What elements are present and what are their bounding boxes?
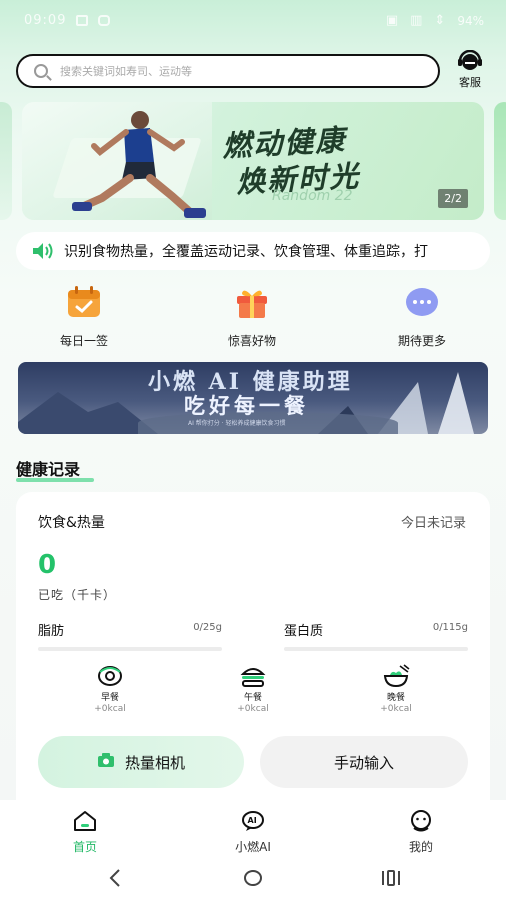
protein-label: 蛋白质 bbox=[284, 624, 324, 639]
protein-value: 0/115g bbox=[432, 622, 468, 633]
banner-page-indicator: 2/2 bbox=[438, 189, 468, 208]
fat-label: 脂肪 bbox=[38, 624, 65, 639]
dinner-icon bbox=[382, 664, 410, 688]
gift-icon bbox=[232, 282, 272, 322]
headset-icon bbox=[457, 49, 483, 72]
calorie-camera-button[interactable]: 热量相机 bbox=[38, 736, 244, 788]
battery-level: 94% bbox=[457, 13, 484, 28]
status-bar: 09:09 ▣ ▥ ⇕ 94% bbox=[0, 0, 506, 44]
system-navigation-bar bbox=[0, 858, 506, 900]
tab-home[interactable]: 首页 bbox=[50, 810, 120, 855]
quick-action-surprise-goods[interactable]: 惊喜好物 bbox=[202, 282, 302, 349]
meal-label: 早餐 bbox=[100, 693, 119, 703]
bottom-tab-bar: 首页 AI 小燃AI 我的 bbox=[0, 800, 506, 858]
camera-icon bbox=[97, 752, 115, 772]
wifi-icon: ▥ bbox=[410, 13, 423, 28]
calories-eaten-value: 0 bbox=[38, 550, 57, 580]
meal-label: 晚餐 bbox=[386, 693, 405, 703]
meal-kcal: +0kcal bbox=[237, 704, 269, 714]
banner-runner-image bbox=[22, 102, 212, 220]
quick-action-label: 期待更多 bbox=[397, 334, 446, 348]
app-notification-icon bbox=[98, 15, 110, 26]
home-circle-icon[interactable] bbox=[243, 869, 263, 891]
protein-progress-bar bbox=[284, 647, 468, 651]
tab-ai[interactable]: AI 小燃AI bbox=[218, 810, 288, 855]
banner-prev-peek[interactable] bbox=[0, 102, 12, 220]
calorie-camera-label: 热量相机 bbox=[124, 753, 185, 772]
signal-icon: ⇕ bbox=[434, 13, 446, 28]
ai-chat-icon: AI bbox=[240, 811, 266, 836]
promo-subtitle: 吃好每一餐 bbox=[184, 393, 309, 418]
meal-kcal: +0kcal bbox=[380, 704, 412, 714]
meal-label: 午餐 bbox=[243, 693, 262, 703]
fat-progress-bar bbox=[38, 647, 222, 651]
search-placeholder: 搜索关键词如寿司、运动等 bbox=[60, 65, 192, 78]
recent-apps-icon[interactable] bbox=[380, 869, 402, 891]
nfc-icon: ▣ bbox=[385, 13, 399, 28]
customer-service-label: 客服 bbox=[459, 76, 481, 89]
profile-icon bbox=[408, 810, 434, 836]
search-bar[interactable]: 搜索关键词如寿司、运动等 bbox=[16, 54, 440, 88]
quick-action-daily-sign[interactable]: 每日一签 bbox=[34, 282, 134, 349]
fat-progress: 脂肪 0/25g bbox=[38, 620, 222, 651]
tab-label: 小燃AI bbox=[235, 840, 271, 854]
meal-kcal: +0kcal bbox=[94, 704, 126, 714]
meal-lunch[interactable]: 午餐 +0kcal bbox=[213, 664, 293, 714]
fat-value: 0/25g bbox=[193, 622, 222, 633]
notification-icon bbox=[76, 15, 88, 26]
ai-assistant-promo-banner[interactable]: 小燃 AI 健康助理 吃好每一餐 AI 帮你打分 · 轻松养成健康饮食习惯 bbox=[18, 362, 488, 434]
promo-caption: AI 帮你打分 · 轻松养成健康饮食习惯 bbox=[188, 420, 286, 427]
lunch-icon bbox=[239, 664, 267, 688]
calories-eaten-label: 已吃（千卡） bbox=[38, 588, 117, 602]
search-icon bbox=[34, 64, 48, 78]
diet-calorie-card[interactable]: 饮食&热量 今日未记录 0 已吃（千卡） 脂肪 0/25g 蛋白质 0/115g… bbox=[16, 492, 490, 822]
notice-text: 识别食物热量，全覆盖运动记录、饮食管理、体重追踪，打 bbox=[64, 244, 428, 260]
banner-script-text: Random 22 bbox=[272, 188, 353, 204]
notice-marquee[interactable]: 识别食物热量，全覆盖运动记录、饮食管理、体重追踪，打 bbox=[16, 232, 490, 270]
section-title-health-record: 健康记录 bbox=[16, 456, 95, 482]
quick-action-more[interactable]: 期待更多 bbox=[372, 282, 472, 349]
manual-input-button[interactable]: 手动输入 bbox=[260, 736, 468, 788]
tab-label: 首页 bbox=[72, 840, 97, 854]
back-icon[interactable] bbox=[108, 868, 122, 892]
diet-card-title: 饮食&热量 bbox=[38, 515, 105, 531]
home-icon bbox=[72, 811, 98, 836]
meal-breakfast[interactable]: 早餐 +0kcal bbox=[70, 664, 150, 714]
diet-card-status: 今日未记录 bbox=[400, 516, 466, 531]
customer-service-button[interactable]: 客服 bbox=[448, 49, 492, 94]
quick-action-label: 惊喜好物 bbox=[227, 334, 276, 348]
meal-dinner[interactable]: 晚餐 +0kcal bbox=[356, 664, 436, 714]
svg-text:AI: AI bbox=[248, 816, 257, 825]
banner-next-peek[interactable] bbox=[494, 102, 506, 220]
banner-carousel[interactable]: 燃动健康 焕新时光 Random 22 2/2 bbox=[22, 102, 484, 220]
tab-label: 我的 bbox=[408, 840, 433, 854]
more-dots-icon bbox=[402, 282, 442, 322]
calendar-check-icon bbox=[64, 282, 104, 322]
tab-profile[interactable]: 我的 bbox=[386, 810, 456, 855]
quick-action-label: 每日一签 bbox=[59, 334, 108, 348]
status-time: 09:09 bbox=[24, 13, 67, 28]
protein-progress: 蛋白质 0/115g bbox=[284, 620, 468, 651]
speaker-icon bbox=[32, 242, 54, 260]
manual-input-label: 手动输入 bbox=[333, 753, 394, 772]
breakfast-icon bbox=[96, 664, 124, 688]
